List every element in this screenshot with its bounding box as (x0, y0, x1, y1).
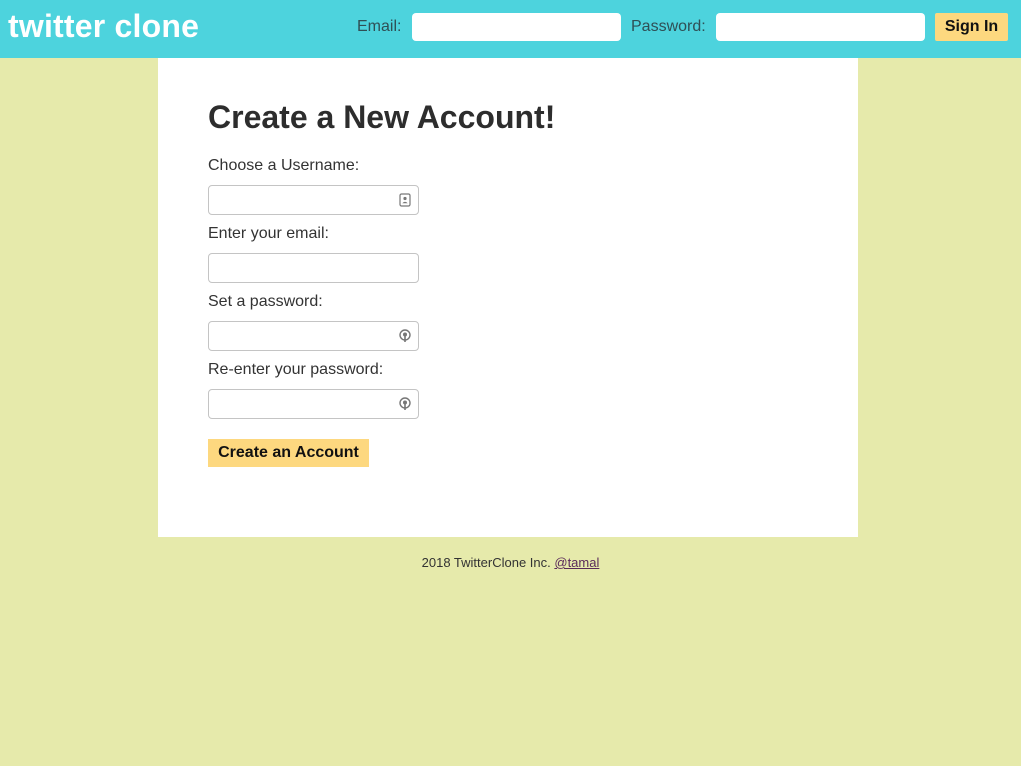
password-key-icon (399, 329, 411, 342)
username-label: Choose a Username: (208, 157, 360, 174)
password-key-icon (399, 397, 411, 410)
top-navbar: twitter clone Email: Password: Sign In (0, 0, 1021, 58)
username-field[interactable] (208, 185, 419, 215)
password-label: Set a password: (208, 293, 323, 310)
contact-card-icon (399, 193, 411, 207)
header-password-input[interactable] (716, 13, 925, 41)
footer-copyright: 2018 TwitterClone Inc. (421, 555, 551, 570)
header-email-label: Email: (357, 18, 402, 35)
sign-in-button[interactable]: Sign In (935, 13, 1008, 41)
header-password-label: Password: (631, 18, 706, 35)
email-label: Enter your email: (208, 225, 329, 242)
confirm-password-label: Re-enter your password: (208, 361, 384, 378)
email-field[interactable] (208, 253, 419, 283)
footer: 2018 TwitterClone Inc. @tamal (0, 555, 1021, 571)
signup-card: Create a New Account! Choose a Username:… (158, 58, 858, 537)
create-account-button[interactable]: Create an Account (208, 439, 369, 467)
page-title: Create a New Account! (208, 99, 556, 135)
footer-author-link[interactable]: @tamal (554, 555, 599, 570)
confirm-password-field[interactable] (208, 389, 419, 419)
header-email-input[interactable] (412, 13, 621, 41)
password-field[interactable] (208, 321, 419, 351)
brand-logo[interactable]: twitter clone (8, 7, 199, 45)
